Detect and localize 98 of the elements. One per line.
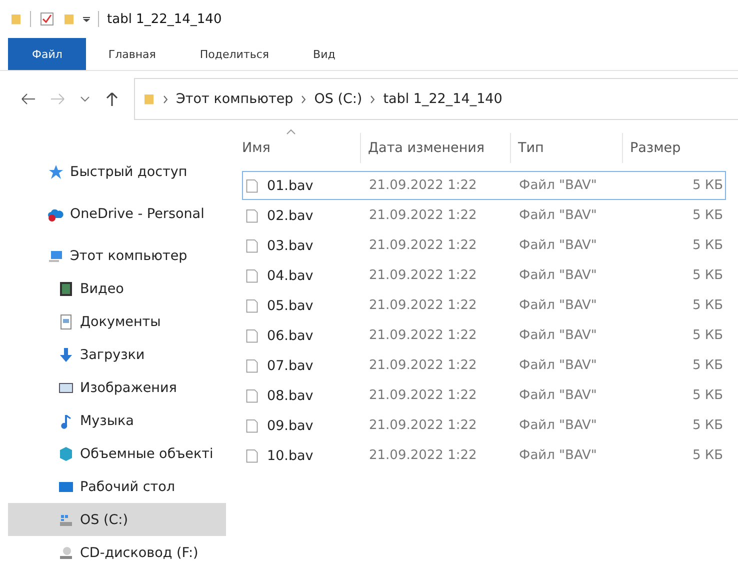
dropdown-icon[interactable]: [83, 16, 90, 22]
file-row[interactable]: 04.bav 21.09.2022 1:22 Файл "BAV" 5 КБ: [242, 261, 726, 290]
file-icon: [245, 266, 259, 284]
file-name: 04.bav: [267, 268, 314, 284]
type-cell-text: Файл "BAV": [518, 358, 598, 373]
sidebar-item[interactable]: Изображения: [8, 371, 226, 404]
file-row[interactable]: 09.bav 21.09.2022 1:22 Файл "BAV" 5 КБ: [242, 411, 726, 440]
type-cell-text: Файл "BAV": [518, 298, 598, 313]
up-arrow-icon: [104, 91, 120, 107]
date-cell-text: 21.09.2022 1:22: [368, 358, 478, 373]
date-cell-text: 21.09.2022 1:22: [368, 448, 478, 463]
sidebar-item[interactable]: Быстрый доступ: [8, 155, 226, 188]
file-row[interactable]: 03.bav 21.09.2022 1:22 Файл "BAV" 5 КБ: [242, 231, 726, 260]
sidebar-item[interactable]: OneDrive - Personal: [8, 197, 226, 230]
column-header[interactable]: Размер: [622, 133, 732, 163]
file-icon: [245, 386, 259, 404]
file-icon: [245, 356, 259, 374]
sidebar-item[interactable]: Видео: [8, 272, 226, 305]
back-arrow-icon: [20, 91, 36, 107]
date-cell-text: 21.09.2022 1:22: [368, 328, 478, 343]
size-cell-text: 5 КБ: [691, 328, 724, 343]
file-icon: [245, 236, 259, 254]
file-name: 07.bav: [267, 358, 314, 374]
file-row[interactable]: 01.bav 21.09.2022 1:22 Файл "BAV" 5 КБ: [242, 171, 726, 200]
file-icon: [245, 206, 259, 224]
chevron-down-icon[interactable]: [80, 96, 90, 102]
size-cell-text: 5 КБ: [691, 298, 724, 313]
column-header[interactable]: Имя: [242, 133, 360, 163]
file-name: 09.bav: [267, 418, 314, 434]
file-name: 10.bav: [267, 448, 314, 464]
type-cell-text: Файл "BAV": [518, 268, 598, 283]
file-icon: [245, 446, 259, 464]
sidebar-item[interactable]: Документы: [8, 305, 226, 338]
file-name: 08.bav: [267, 388, 314, 404]
sidebar-item[interactable]: Рабочий стол: [8, 470, 226, 503]
star-icon: [48, 164, 64, 180]
date-cell-text: 21.09.2022 1:22: [368, 388, 478, 403]
file-name: 05.bav: [267, 298, 314, 314]
download-icon: [58, 346, 74, 362]
forward-arrow-icon: [50, 91, 66, 107]
size-cell-text: 5 КБ: [691, 418, 724, 433]
checkmark-icon: [39, 11, 55, 27]
size-cell-text: 5 КБ: [691, 208, 724, 223]
film-icon: [58, 280, 74, 296]
breadcrumb[interactable]: tabl 1_22_14_140: [383, 91, 502, 107]
size-cell-text: 5 КБ: [691, 178, 724, 193]
file-row[interactable]: 07.bav 21.09.2022 1:22 Файл "BAV" 5 КБ: [242, 351, 726, 380]
date-cell-text: 21.09.2022 1:22: [368, 418, 478, 433]
ribbon-tab[interactable]: Файл: [8, 38, 86, 70]
date-cell-text: 21.09.2022 1:22: [368, 298, 478, 313]
date-cell-text: 21.09.2022 1:22: [368, 208, 478, 223]
file-name: 06.bav: [267, 328, 314, 344]
date-cell-text: 21.09.2022 1:22: [368, 178, 478, 193]
document-icon: [58, 314, 74, 330]
date-cell-text: 21.09.2022 1:22: [368, 238, 478, 253]
sidebar-item[interactable]: Объемные объекті: [8, 437, 226, 470]
size-cell-text: 5 КБ: [691, 448, 724, 463]
chevron-right-icon: [163, 94, 168, 104]
type-cell-text: Файл "BAV": [518, 208, 598, 223]
size-cell-text: 5 КБ: [691, 268, 724, 283]
size-cell-text: 5 КБ: [691, 388, 724, 403]
column-header[interactable]: Тип: [510, 133, 622, 163]
cd-drive-icon: [58, 544, 74, 560]
type-cell-text: Файл "BAV": [518, 178, 598, 193]
type-cell-text: Файл "BAV": [518, 328, 598, 343]
file-icon: [245, 326, 259, 344]
file-row[interactable]: 10.bav 21.09.2022 1:22 Файл "BAV" 5 КБ: [242, 441, 726, 470]
size-cell-text: 5 КБ: [691, 358, 724, 373]
file-name: 03.bav: [267, 238, 314, 254]
breadcrumb[interactable]: Этот компьютер: [176, 91, 294, 107]
type-cell-text: Файл "BAV": [518, 448, 598, 463]
type-cell-text: Файл "BAV": [518, 238, 598, 253]
file-row[interactable]: 05.bav 21.09.2022 1:22 Файл "BAV" 5 КБ: [242, 291, 726, 320]
size-cell-text: 5 КБ: [691, 238, 724, 253]
file-icon: [245, 416, 259, 434]
sidebar-item[interactable]: Этот компьютер: [8, 239, 226, 272]
music-note-icon: [58, 412, 74, 428]
file-name: 02.bav: [267, 208, 314, 224]
column-header[interactable]: Дата изменения: [360, 133, 510, 163]
chevron-right-icon: [370, 94, 376, 104]
chevron-right-icon: [301, 94, 306, 104]
breadcrumb[interactable]: OS (C:): [314, 91, 362, 107]
sidebar-item[interactable]: OS (C:): [8, 503, 226, 536]
file-icon: [245, 176, 259, 194]
file-row[interactable]: 08.bav 21.09.2022 1:22 Файл "BAV" 5 КБ: [242, 381, 726, 410]
file-row[interactable]: 02.bav 21.09.2022 1:22 Файл "BAV" 5 КБ: [242, 201, 726, 230]
file-row[interactable]: 06.bav 21.09.2022 1:22 Файл "BAV" 5 КБ: [242, 321, 726, 350]
file-name: 01.bav: [267, 178, 314, 194]
type-cell-text: Файл "BAV": [518, 388, 598, 403]
cube-icon: [58, 446, 74, 462]
type-cell-text: Файл "BAV": [518, 418, 598, 433]
file-icon: [245, 296, 259, 314]
window-title: tabl 1_22_14_140: [107, 12, 222, 26]
sidebar-item[interactable]: Музыка: [8, 404, 226, 437]
sidebar-item[interactable]: Загрузки: [8, 338, 226, 371]
address-bar[interactable]: Этот компьютер OS (C:) tabl 1_22_14_140: [134, 78, 738, 120]
date-cell-text: 21.09.2022 1:22: [368, 268, 478, 283]
sidebar-item[interactable]: CD-дисковод (F:): [8, 536, 226, 569]
